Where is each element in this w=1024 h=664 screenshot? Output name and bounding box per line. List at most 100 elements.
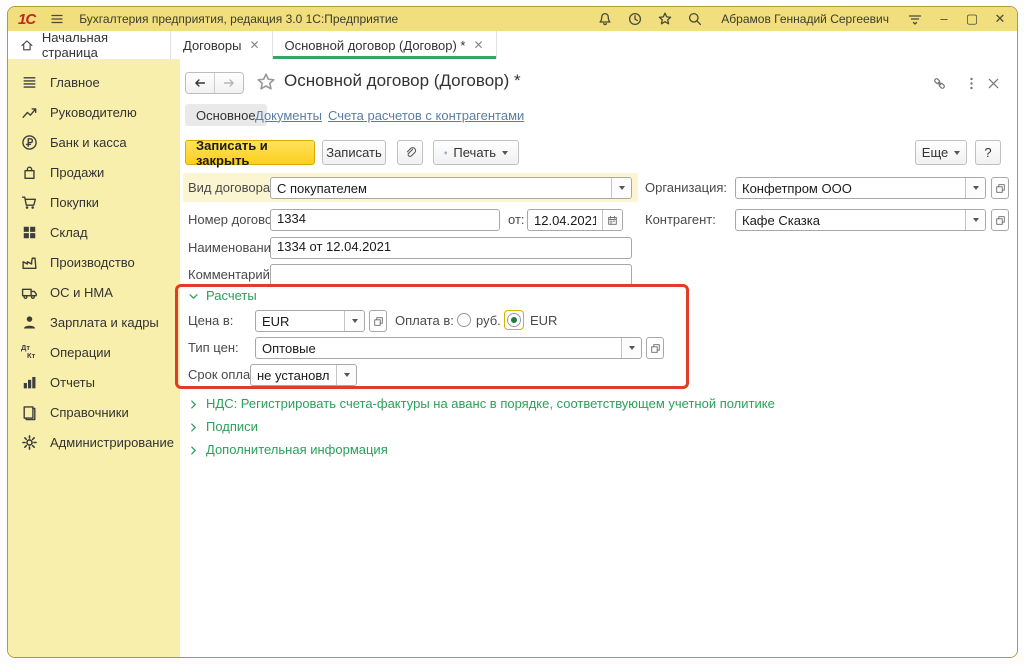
open-form-icon: [995, 215, 1006, 226]
price-type-input[interactable]: [256, 338, 621, 358]
sidebar-item-rukovoditelyu[interactable]: Руководителю: [8, 97, 180, 127]
tab-label: Договоры: [183, 38, 241, 53]
counterparty-input[interactable]: [736, 210, 965, 230]
get-link-icon[interactable]: [932, 76, 947, 91]
sidebar-item-glavnoe[interactable]: Главное: [8, 67, 180, 97]
chevron-down-icon: [973, 218, 979, 222]
payment-in-label: Оплата в:: [395, 313, 454, 328]
tab-contract-form[interactable]: Основной договор (Договор) * ✕: [273, 31, 497, 59]
tab-bar: Начальная страница Договоры ✕ Основной д…: [8, 31, 1017, 60]
sidebar-item-pokupki[interactable]: Покупки: [8, 187, 180, 217]
sidebar-item-label: Склад: [50, 225, 88, 240]
print-button[interactable]: Печать: [433, 140, 519, 165]
price-in-open-button[interactable]: [369, 310, 387, 332]
comment-label: Комментарий:: [188, 267, 274, 282]
attachments-button[interactable]: [397, 140, 423, 165]
calculations-section-header[interactable]: Расчеты: [206, 288, 257, 303]
contract-type-dropdown-button[interactable]: [611, 178, 631, 198]
date-input[interactable]: [528, 210, 602, 230]
trend-chart-icon: [21, 104, 38, 121]
more-menu-icon[interactable]: [964, 76, 979, 91]
sidebar-item-label: Главное: [50, 75, 100, 90]
sidebar-item-operacii[interactable]: ДтКт Операции: [8, 337, 180, 367]
search-icon[interactable]: [687, 11, 703, 27]
help-button[interactable]: ?: [975, 140, 1001, 165]
organization-dropdown-button[interactable]: [965, 178, 985, 198]
book-icon: [21, 404, 38, 421]
tab-home[interactable]: Начальная страница: [8, 31, 171, 59]
payment-in-eur-focus-ring: [504, 310, 524, 330]
favorite-star-icon[interactable]: [256, 72, 276, 92]
sidebar-item-otchety[interactable]: Отчеты: [8, 367, 180, 397]
chevron-right-icon[interactable]: [188, 445, 199, 456]
back-button[interactable]: [186, 73, 214, 93]
close-window-button[interactable]: ✕: [993, 12, 1007, 26]
organization-open-button[interactable]: [991, 177, 1009, 199]
sidebar-item-label: Производство: [50, 255, 135, 270]
counterparty-dropdown-button[interactable]: [965, 210, 985, 230]
save-button[interactable]: Записать: [322, 140, 386, 165]
open-form-icon: [650, 343, 661, 354]
chevron-down-icon[interactable]: [188, 291, 199, 302]
main-menu-icon[interactable]: [49, 11, 65, 27]
sidebar-item-proizvodstvo[interactable]: Производство: [8, 247, 180, 277]
nav-link-documents[interactable]: Документы: [255, 104, 322, 126]
price-in-dropdown-button[interactable]: [344, 311, 364, 331]
price-in-input[interactable]: [256, 311, 344, 331]
price-type-open-button[interactable]: [646, 337, 664, 359]
save-close-button[interactable]: Записать и закрыть: [185, 140, 315, 165]
payment-in-rub-label: руб.: [476, 313, 501, 328]
ruble-circle-icon: [21, 134, 38, 151]
price-type-combo: [255, 337, 642, 359]
name-input[interactable]: [271, 239, 631, 254]
chevron-down-icon: [973, 186, 979, 190]
forward-button[interactable]: [214, 73, 243, 93]
payment-in-eur-radio[interactable]: [507, 313, 521, 327]
notifications-bell-icon[interactable]: [597, 11, 613, 27]
chevron-right-icon[interactable]: [188, 399, 199, 410]
tab-contracts[interactable]: Договоры ✕: [171, 31, 273, 59]
contract-number-input[interactable]: [271, 211, 499, 226]
additional-info-section-header[interactable]: Дополнительная информация: [206, 442, 388, 457]
sidebar-item-prodazhi[interactable]: Продажи: [8, 157, 180, 187]
minimize-button[interactable]: –: [937, 12, 951, 26]
sidebar-item-zarplata-i-kadry[interactable]: Зарплата и кадры: [8, 307, 180, 337]
open-form-icon: [995, 183, 1006, 194]
price-in-label: Цена в:: [188, 313, 233, 328]
nav-link-accounts[interactable]: Счета расчетов с контрагентами: [328, 104, 524, 126]
arrow-right-icon: [222, 76, 236, 90]
sidebar-item-bank-i-kassa[interactable]: Банк и касса: [8, 127, 180, 157]
payment-in-rub-radio[interactable]: [457, 313, 471, 327]
chevron-down-icon: [619, 186, 625, 190]
comment-input[interactable]: [271, 266, 631, 281]
maximize-button[interactable]: ▢: [965, 12, 979, 26]
contract-type-input[interactable]: [271, 178, 611, 198]
favorites-star-icon[interactable]: [657, 11, 673, 27]
gear-icon: [21, 434, 38, 451]
close-form-icon[interactable]: [986, 76, 1001, 91]
tab-close-icon[interactable]: ✕: [473, 38, 483, 52]
service-menu-icon[interactable]: [907, 11, 923, 27]
price-type-dropdown-button[interactable]: [621, 338, 641, 358]
paperclip-icon: [404, 146, 417, 159]
sidebar-item-administrirovanie[interactable]: Администрирование: [8, 427, 180, 457]
history-icon[interactable]: [627, 11, 643, 27]
chevron-down-icon: [502, 151, 508, 155]
app-window: 1С Бухгалтерия предприятия, редакция 3.0…: [7, 6, 1018, 658]
warehouse-grid-icon: [21, 224, 38, 241]
counterparty-open-button[interactable]: [991, 209, 1009, 231]
payment-term-input[interactable]: [251, 365, 336, 385]
sidebar-item-sklad[interactable]: Склад: [8, 217, 180, 247]
sidebar-item-spravochniki[interactable]: Справочники: [8, 397, 180, 427]
more-button[interactable]: Еще: [915, 140, 967, 165]
sidebar-item-os-i-nma[interactable]: ОС и НМА: [8, 277, 180, 307]
organization-input[interactable]: [736, 178, 965, 198]
date-picker-button[interactable]: [602, 210, 622, 230]
tab-close-icon[interactable]: ✕: [249, 38, 259, 52]
chevron-right-icon[interactable]: [188, 422, 199, 433]
signatures-section-header[interactable]: Подписи: [206, 419, 258, 434]
current-user[interactable]: Абрамов Геннадий Сергеевич: [721, 12, 889, 26]
payment-term-dropdown-button[interactable]: [336, 365, 356, 385]
vat-section-header[interactable]: НДС: Регистрировать счета-фактуры на ава…: [206, 396, 775, 411]
shopping-bag-icon: [21, 164, 38, 181]
